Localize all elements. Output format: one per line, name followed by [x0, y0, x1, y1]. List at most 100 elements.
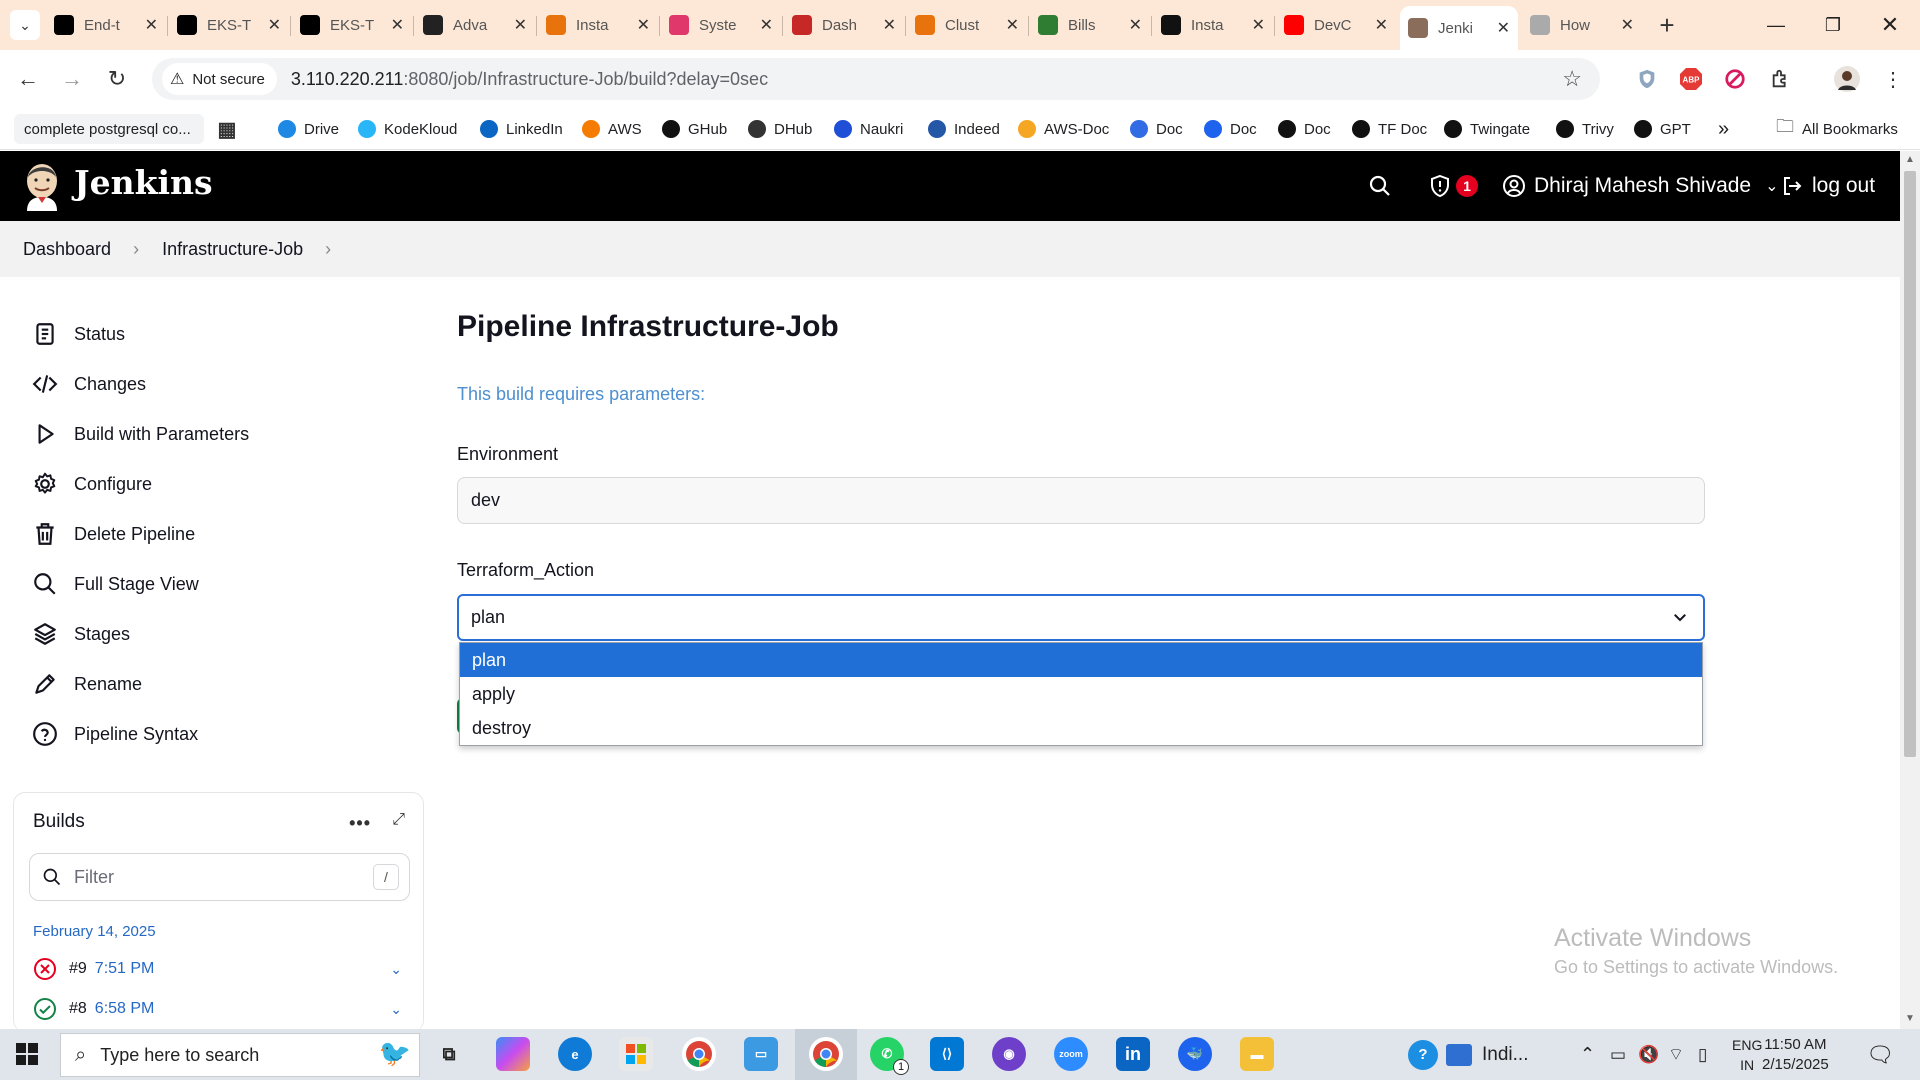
docker-icon[interactable]: 🐳: [1178, 1037, 1212, 1071]
sidebar-item-stages[interactable]: Stages: [32, 614, 130, 654]
bookmark-item[interactable]: Twingate: [1444, 108, 1530, 150]
bookmark-item[interactable]: AWS: [582, 108, 642, 150]
network-icon[interactable]: ⌔: [1668, 1029, 1684, 1080]
sidebar-item-build-with-parameters[interactable]: Build with Parameters: [32, 414, 249, 454]
bookmark-item[interactable]: Doc: [1278, 108, 1331, 150]
chrome-profile-icon[interactable]: [809, 1037, 843, 1071]
close-tab-icon[interactable]: ✕: [1129, 15, 1142, 35]
taskbar-search-input[interactable]: ⌕ Type here to search 🐦: [60, 1033, 420, 1077]
close-tab-icon[interactable]: ✕: [1497, 18, 1510, 38]
bookmark-item[interactable]: Doc: [1130, 108, 1183, 150]
scroll-up-icon[interactable]: ▲: [1905, 154, 1915, 165]
sidebar-item-status[interactable]: Status: [32, 314, 125, 354]
browser-tab[interactable]: Clust ✕: [907, 7, 1027, 43]
show-hidden-icons[interactable]: ⌃: [1580, 1029, 1595, 1080]
build-number[interactable]: #8: [69, 1000, 87, 1018]
option-destroy[interactable]: destroy: [460, 711, 1702, 745]
bookmark-item[interactable]: LinkedIn: [480, 108, 563, 150]
bookmark-item[interactable]: Indeed: [928, 108, 1000, 150]
breadcrumb-dashboard[interactable]: Dashboard: [23, 239, 111, 260]
linkedin-icon[interactable]: in: [1116, 1037, 1150, 1071]
sidebar-item-changes[interactable]: Changes: [32, 364, 146, 404]
breadcrumb-chevron-icon[interactable]: ›: [325, 239, 331, 260]
close-tab-icon[interactable]: ✕: [145, 15, 158, 35]
bookmark-item[interactable]: Drive: [278, 108, 339, 150]
bookmark-item[interactable]: ▦: [218, 108, 244, 150]
close-tab-icon[interactable]: ✕: [883, 15, 896, 35]
jenkins-title[interactable]: Jenkins: [74, 163, 213, 202]
bookmark-item[interactable]: TF Doc: [1352, 108, 1427, 150]
terraform-action-select[interactable]: plan: [457, 594, 1705, 641]
bookmark-item[interactable]: Naukri: [834, 108, 903, 150]
breadcrumb-infrastructure-job[interactable]: Infrastructure-Job: [162, 239, 303, 260]
zoom-icon[interactable]: zoom: [1054, 1037, 1088, 1071]
battery-icon[interactable]: ▯: [1698, 1029, 1707, 1080]
sidebar-item-full-stage-view[interactable]: Full Stage View: [32, 564, 199, 604]
forward-button[interactable]: →: [56, 63, 88, 95]
browser-tab[interactable]: EKS-T ✕: [169, 7, 289, 43]
windows-start-icon[interactable]: [16, 1043, 38, 1065]
browser-tab[interactable]: Insta ✕: [1153, 7, 1273, 43]
extensions-puzzle-icon[interactable]: [1766, 64, 1796, 94]
security-indicator[interactable]: ⚠ Not secure: [162, 63, 277, 95]
browser-tab[interactable]: DevC ✕: [1276, 7, 1396, 43]
close-tab-icon[interactable]: ✕: [637, 15, 650, 35]
build-row[interactable]: #8 6:58 PM ⌄: [33, 994, 408, 1024]
search-icon[interactable]: [1368, 169, 1392, 203]
camera-icon[interactable]: ▭: [1610, 1029, 1626, 1080]
browser-tab[interactable]: End-t ✕: [46, 7, 166, 43]
sidebar-item-pipeline-syntax[interactable]: Pipeline Syntax: [32, 714, 198, 754]
close-tab-icon[interactable]: ✕: [514, 15, 527, 35]
option-apply[interactable]: apply: [460, 677, 1702, 711]
copilot-icon[interactable]: [496, 1037, 530, 1071]
edge-icon[interactable]: e: [558, 1037, 592, 1071]
logout-button[interactable]: log out: [1780, 169, 1875, 203]
volume-muted-icon[interactable]: 🔇: [1638, 1029, 1659, 1080]
store-icon[interactable]: [619, 1037, 653, 1071]
bookmark-item[interactable]: complete postgresql co...: [14, 114, 204, 144]
shield-extension-icon[interactable]: [1632, 64, 1662, 94]
browser-tab[interactable]: Dash ✕: [784, 7, 904, 43]
sidebar-item-configure[interactable]: Configure: [32, 464, 152, 504]
notifications-icon[interactable]: 🗨: [1866, 1029, 1894, 1080]
expand-icon[interactable]: ⤢: [392, 811, 405, 829]
close-tab-icon[interactable]: ✕: [1375, 15, 1388, 35]
browser-tab[interactable]: Jenki ✕: [1400, 6, 1518, 50]
sidebar-item-delete-pipeline[interactable]: Delete Pipeline: [32, 514, 195, 554]
github-desktop-icon[interactable]: ◉: [992, 1037, 1026, 1071]
chevron-down-icon[interactable]: ⌄: [390, 1001, 402, 1018]
reload-button[interactable]: ↻: [101, 63, 133, 95]
new-tab-button[interactable]: +: [1652, 10, 1682, 40]
close-tab-icon[interactable]: ✕: [1252, 15, 1265, 35]
more-options-icon[interactable]: •••: [349, 813, 371, 834]
bookmark-item[interactable]: GPT: [1634, 108, 1691, 150]
bookmark-item[interactable]: Doc: [1204, 108, 1257, 150]
build-number[interactable]: #9: [69, 960, 87, 978]
builds-filter-input[interactable]: Filter /: [29, 853, 410, 901]
browser-tab[interactable]: Syste ✕: [661, 7, 781, 43]
all-bookmarks-button[interactable]: 🗀 All Bookmarks: [1776, 108, 1898, 150]
option-plan[interactable]: plan: [460, 643, 1702, 677]
browser-tab[interactable]: Bills ✕: [1030, 7, 1150, 43]
minimize-button[interactable]: —: [1748, 0, 1804, 50]
build-row[interactable]: #9 7:51 PM ⌄: [33, 954, 408, 984]
url-text[interactable]: 3.110.220.211:8080/job/Infrastructure-Jo…: [291, 69, 768, 90]
close-tab-icon[interactable]: ✕: [268, 15, 281, 35]
back-button[interactable]: ←: [12, 63, 44, 95]
vscode-icon[interactable]: ⟨⟩: [930, 1037, 964, 1071]
language-indicator[interactable]: ENG IN: [1732, 1035, 1762, 1075]
bookmark-item[interactable]: AWS-Doc: [1018, 108, 1109, 150]
close-tab-icon[interactable]: ✕: [1006, 15, 1019, 35]
close-tab-icon[interactable]: ✕: [391, 15, 404, 35]
bookmark-star-icon[interactable]: ☆: [1562, 66, 1582, 92]
profile-avatar[interactable]: [1832, 64, 1862, 94]
scroll-down-icon[interactable]: ▼: [1905, 1013, 1915, 1024]
adblock-extension-icon[interactable]: ABP: [1676, 64, 1706, 94]
restore-button[interactable]: ❐: [1805, 0, 1861, 50]
jenkins-logo-icon[interactable]: [22, 161, 62, 211]
browser-tab[interactable]: EKS-T ✕: [292, 7, 412, 43]
chevron-down-icon[interactable]: ⌄: [390, 961, 402, 978]
user-menu[interactable]: Dhiraj Mahesh Shivade ⌄: [1502, 169, 1779, 203]
address-bar[interactable]: ⚠ Not secure 3.110.220.211:8080/job/Infr…: [152, 58, 1600, 100]
close-tab-icon[interactable]: ✕: [760, 15, 773, 35]
